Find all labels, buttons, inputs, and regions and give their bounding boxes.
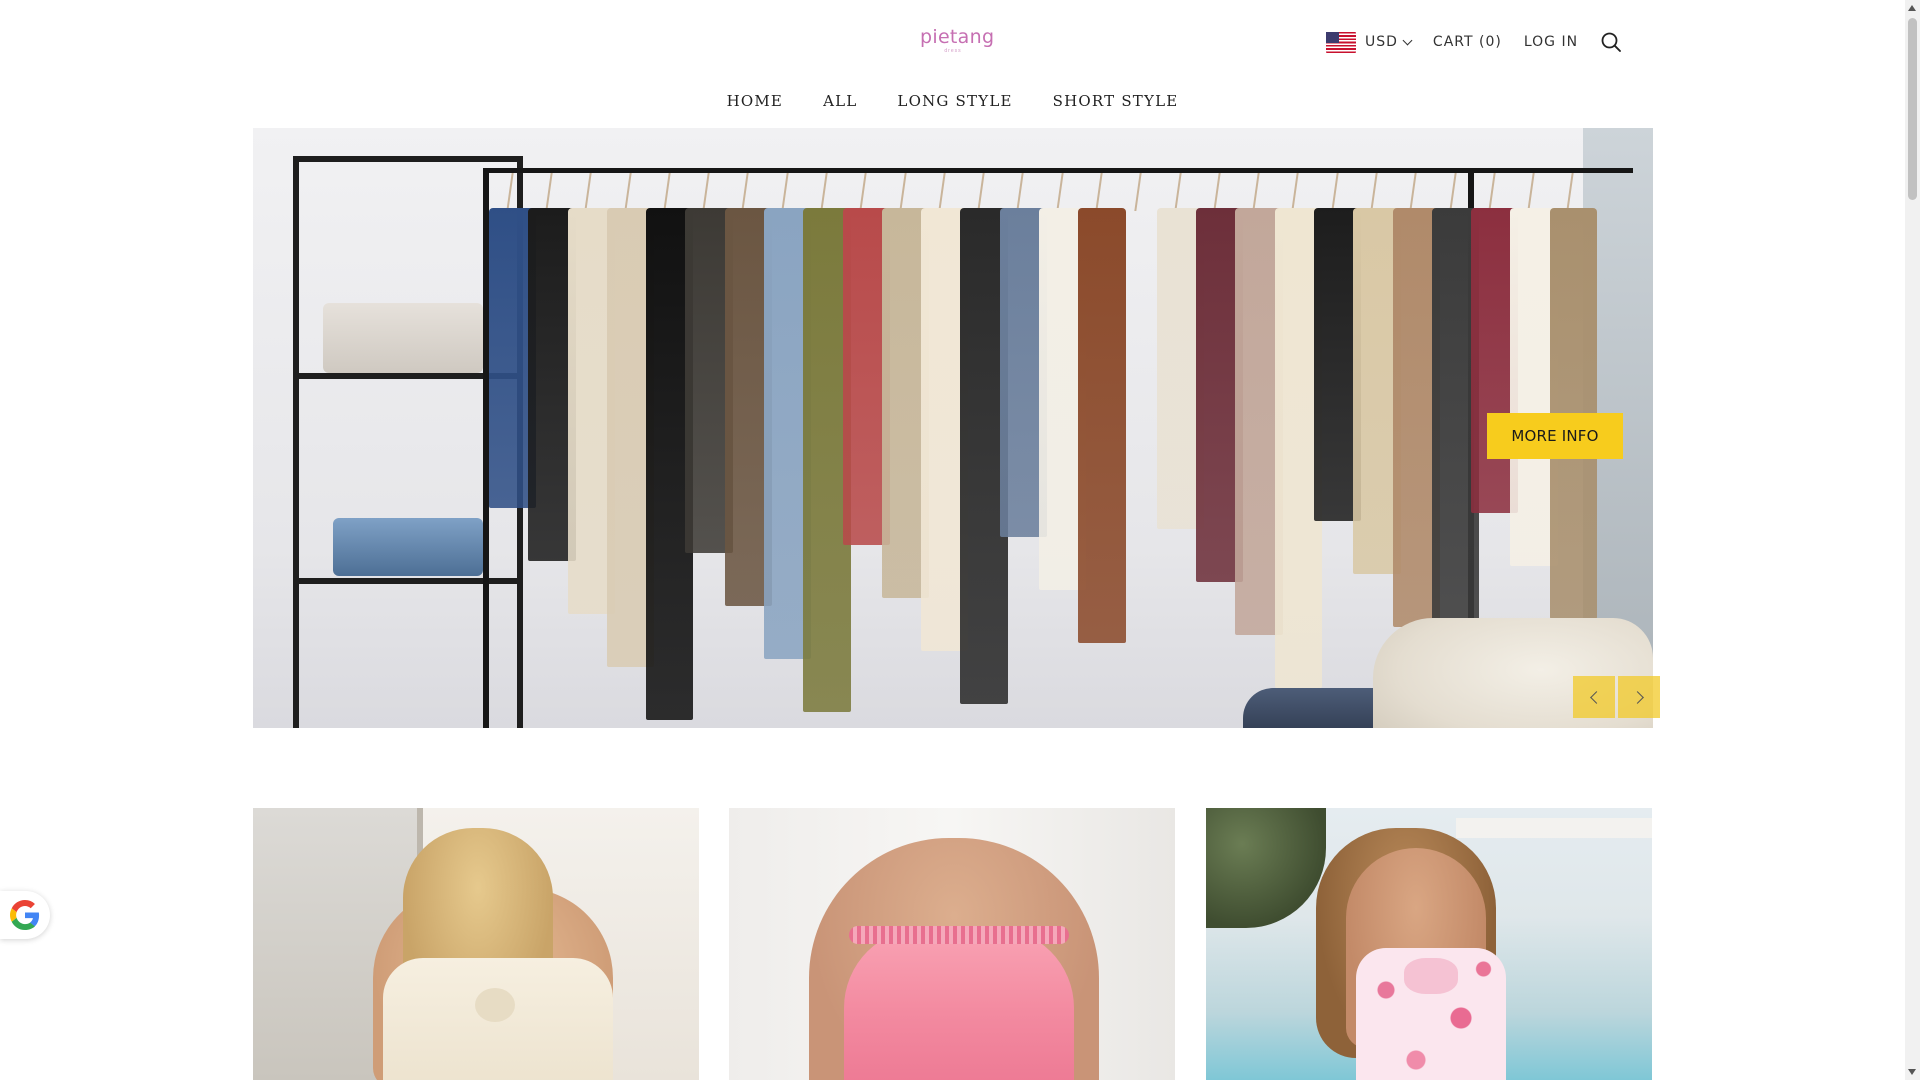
hanger bbox=[1370, 173, 1392, 211]
scrollbar-thumb[interactable] bbox=[1908, 18, 1917, 200]
product-card-image[interactable] bbox=[1206, 808, 1652, 1080]
header-utility: USD CART (0) LOG IN bbox=[1326, 28, 1622, 56]
hanger bbox=[623, 173, 646, 211]
cart-link[interactable]: CART (0) bbox=[1433, 34, 1502, 50]
product-card-image[interactable] bbox=[253, 808, 699, 1080]
brand-logo[interactable]: pietang dress bbox=[920, 26, 995, 54]
hanger bbox=[938, 173, 960, 211]
currency-code: USD bbox=[1365, 34, 1398, 50]
product-card-image[interactable] bbox=[729, 808, 1175, 1080]
login-link[interactable]: LOG IN bbox=[1524, 34, 1578, 50]
hanger bbox=[1448, 173, 1471, 211]
hanger bbox=[1488, 173, 1510, 211]
chevron-right-icon bbox=[1630, 690, 1644, 704]
scroll-up-arrow-icon[interactable] bbox=[1908, 5, 1916, 11]
hanger bbox=[977, 173, 999, 211]
hanger bbox=[1252, 173, 1274, 211]
hanger bbox=[584, 173, 606, 211]
google-translate-button[interactable] bbox=[0, 891, 50, 939]
currency-selector[interactable]: USD bbox=[1326, 31, 1413, 53]
chevron-left-icon bbox=[1589, 690, 1603, 704]
nav-item-short-style[interactable]: SHORT STYLE bbox=[1053, 90, 1179, 112]
hanger bbox=[859, 173, 881, 211]
hero-slideshow-image bbox=[253, 128, 1653, 728]
hanger bbox=[1291, 173, 1314, 211]
hanger bbox=[1213, 173, 1235, 211]
us-flag-icon bbox=[1326, 31, 1356, 53]
hanger bbox=[1173, 173, 1196, 211]
nav-item-all[interactable]: ALL bbox=[823, 90, 857, 112]
vertical-scrollbar[interactable] bbox=[1905, 0, 1920, 1080]
hanger bbox=[1566, 173, 1589, 211]
more-info-button[interactable]: MORE INFO bbox=[1487, 413, 1623, 459]
nav-item-long-style[interactable]: LONG STYLE bbox=[897, 90, 1012, 112]
slideshow-prev-button[interactable] bbox=[1573, 676, 1615, 718]
hanger bbox=[545, 173, 567, 211]
search-icon[interactable] bbox=[1600, 31, 1622, 53]
hanger bbox=[1409, 173, 1431, 211]
slideshow-next-button[interactable] bbox=[1618, 676, 1660, 718]
hanger bbox=[1016, 173, 1039, 211]
page: pietang dress USD CART (0) LOG IN HOME A… bbox=[0, 0, 1920, 1080]
hanger bbox=[505, 173, 528, 211]
google-icon bbox=[10, 900, 40, 930]
hanger bbox=[1134, 173, 1156, 211]
hanger bbox=[898, 173, 921, 211]
main-navigation: HOME ALL LONG STYLE SHORT STYLE bbox=[0, 90, 1905, 112]
hanger bbox=[741, 173, 764, 211]
hanger bbox=[820, 173, 842, 211]
hanger bbox=[780, 173, 803, 211]
hanger bbox=[663, 173, 685, 211]
hanger bbox=[702, 173, 724, 211]
nav-item-home[interactable]: HOME bbox=[727, 90, 784, 112]
brand-tagline: dress bbox=[944, 48, 962, 54]
hanger bbox=[1330, 173, 1353, 211]
brand-name: pietang bbox=[920, 26, 995, 48]
hanger bbox=[1055, 173, 1078, 211]
hanger bbox=[1527, 173, 1549, 211]
scroll-down-arrow-icon[interactable] bbox=[1908, 1069, 1916, 1075]
hanger bbox=[1095, 173, 1117, 211]
site-header: pietang dress USD CART (0) LOG IN HOME A… bbox=[0, 0, 1905, 128]
chevron-down-icon bbox=[1402, 35, 1413, 45]
